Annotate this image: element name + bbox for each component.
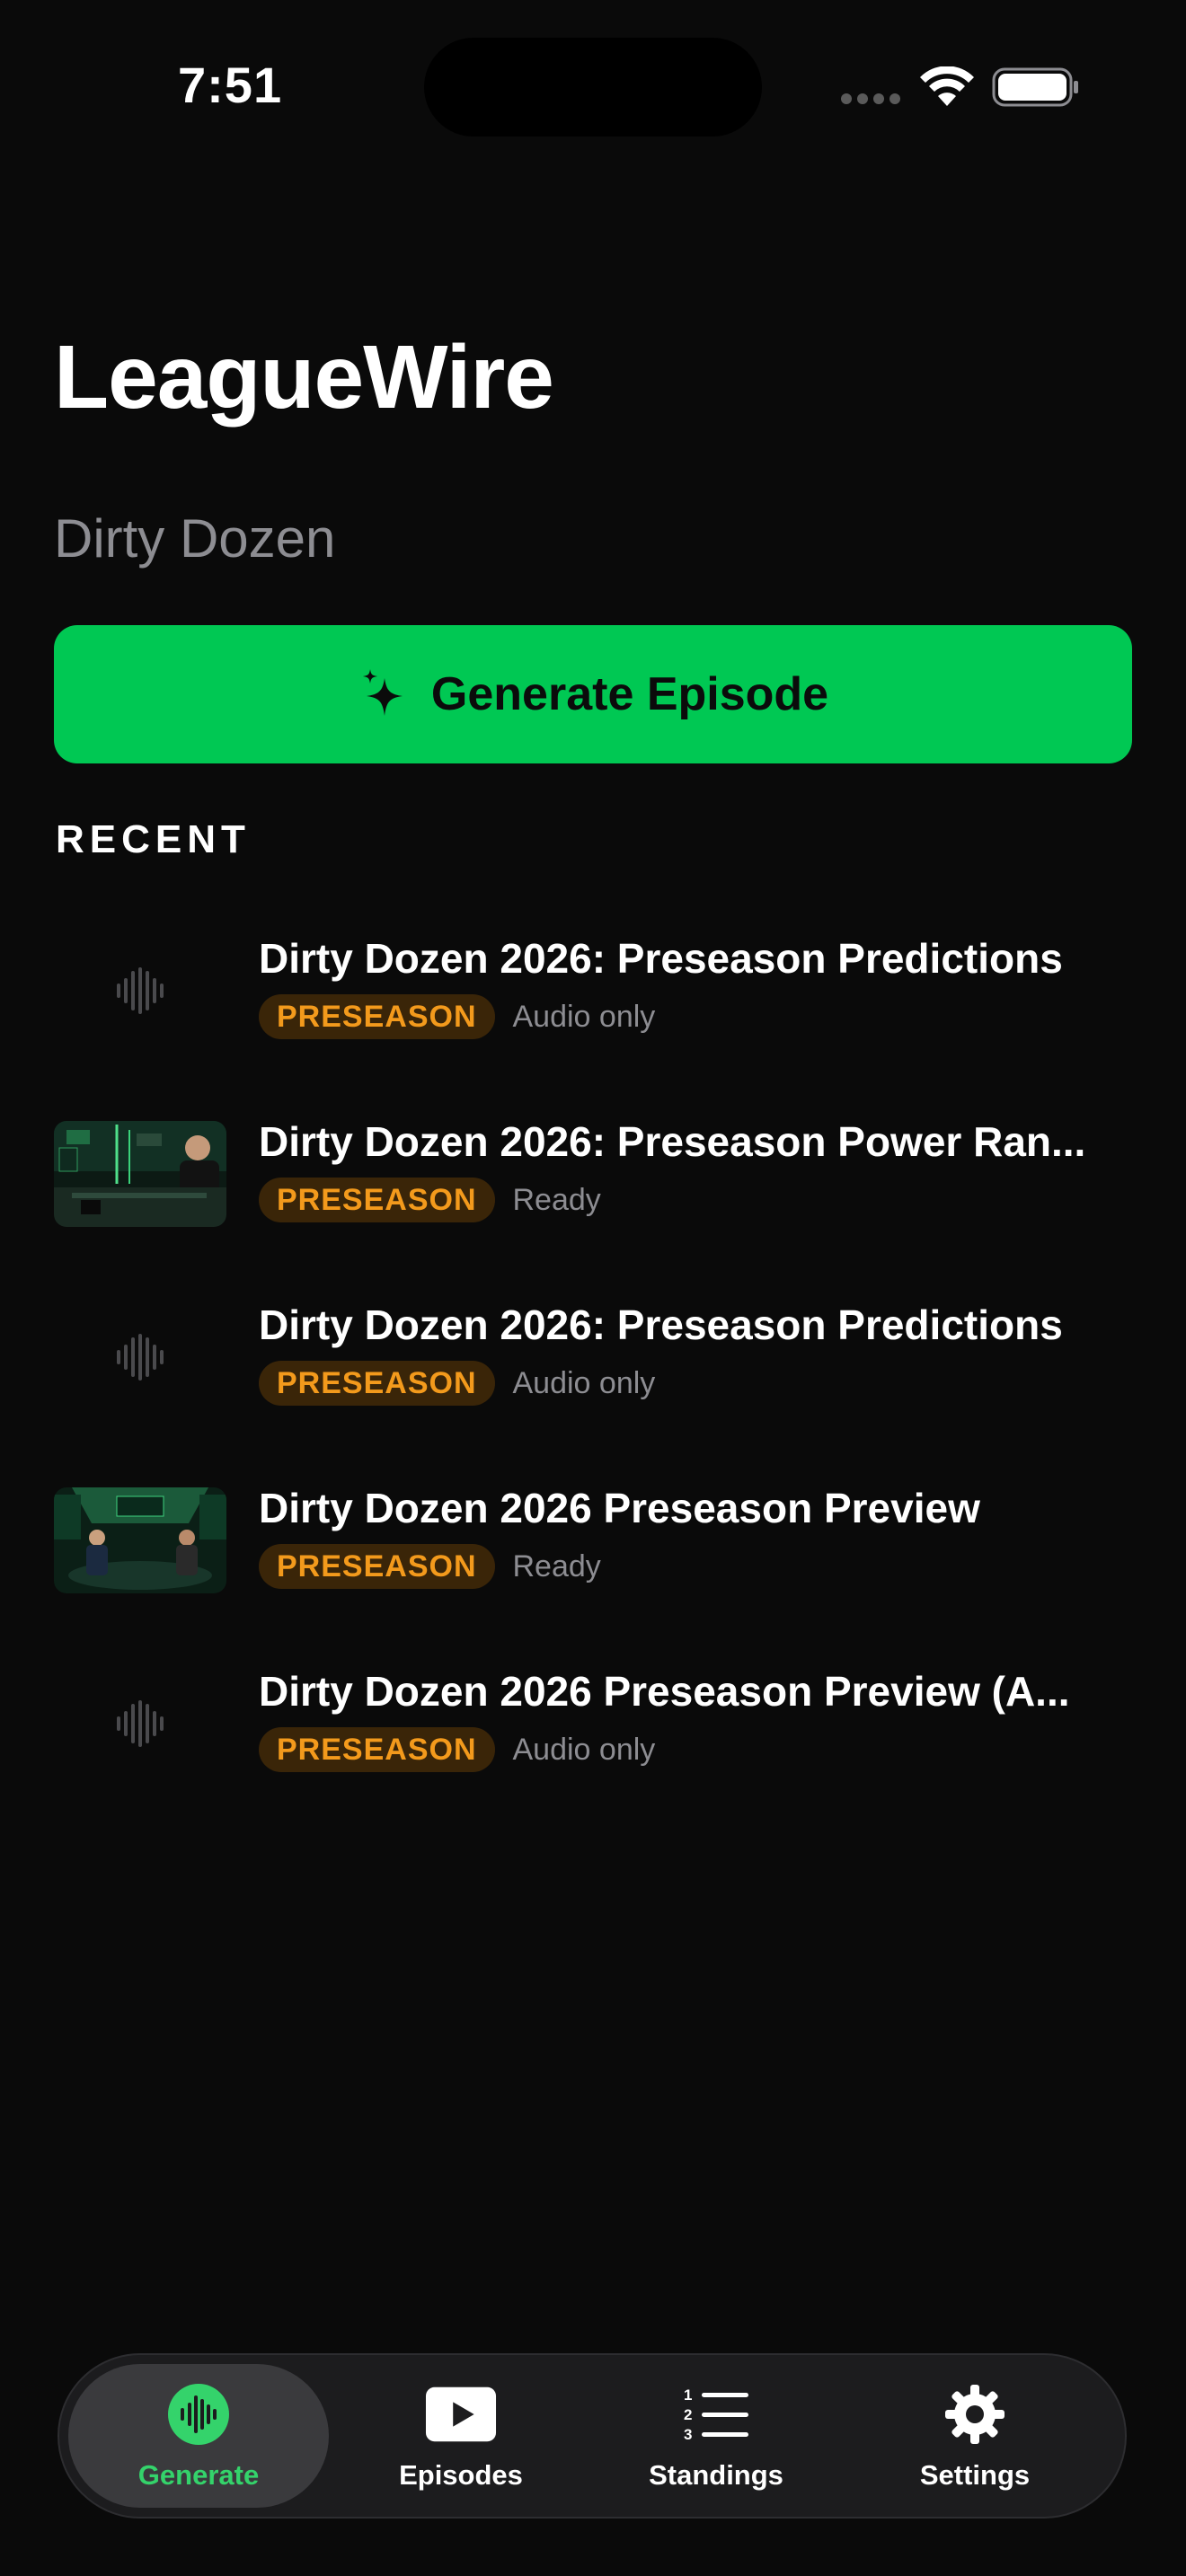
tab-label: Settings: [919, 2459, 1031, 2491]
numbered-list-icon: 1 2 3: [680, 2382, 752, 2447]
tab-standings[interactable]: 1 2 3 Standings: [586, 2364, 846, 2508]
tab-generate[interactable]: Generate: [68, 2364, 329, 2508]
episode-title: Dirty Dozen 2026: Preseason Predictions: [259, 935, 1063, 982]
generate-episode-label: Generate Episode: [430, 668, 829, 720]
season-phase-badge: PRESEASON: [259, 1178, 495, 1222]
svg-text:1: 1: [684, 2386, 692, 2404]
season-phase-badge: PRESEASON: [259, 994, 495, 1039]
episode-title: Dirty Dozen 2026 Preseason Preview: [259, 1485, 980, 1531]
svg-text:3: 3: [684, 2426, 692, 2443]
episode-status: Ready: [512, 1548, 601, 1584]
waveform-icon: [54, 938, 226, 1044]
episode-meta: PRESEASON Audio only: [259, 1360, 655, 1407]
episode-row[interactable]: Dirty Dozen 2026: Preseason Predictions …: [0, 900, 1186, 1083]
cellular-signal-icon: [841, 93, 902, 106]
recent-episode-list: Dirty Dozen 2026: Preseason Predictions …: [0, 900, 1186, 1816]
dynamic-island: [424, 38, 762, 137]
league-name: Dirty Dozen: [54, 508, 336, 569]
status-bar: 7:51: [0, 0, 1186, 180]
status-time: 7:51: [178, 57, 283, 113]
episode-title: Dirty Dozen 2026 Preseason Preview (A...: [259, 1668, 1070, 1715]
svg-text:2: 2: [684, 2406, 692, 2423]
tab-label: Episodes: [399, 2459, 523, 2491]
wifi-icon: [920, 66, 974, 106]
play-icon: [425, 2382, 497, 2447]
video-thumbnail: [54, 1121, 226, 1227]
sparkle-icon: [362, 669, 403, 716]
episode-row[interactable]: Dirty Dozen 2026 Preseason Preview (A...…: [0, 1633, 1186, 1816]
tab-bar: Generate Episodes 1 2 3 Standings Settin…: [58, 2353, 1127, 2519]
episode-meta: PRESEASON Ready: [259, 1177, 601, 1223]
tab-label: Generate: [137, 2459, 260, 2491]
episode-meta: PRESEASON Ready: [259, 1543, 601, 1590]
episode-row[interactable]: Dirty Dozen 2026 Preseason Preview PRESE…: [0, 1450, 1186, 1633]
generate-episode-button[interactable]: Generate Episode: [54, 625, 1132, 763]
episode-status: Audio only: [512, 1732, 656, 1767]
episode-meta: PRESEASON Audio only: [259, 1726, 655, 1773]
season-phase-badge: PRESEASON: [259, 1361, 495, 1406]
tab-settings[interactable]: Settings: [845, 2364, 1105, 2508]
episode-meta: PRESEASON Audio only: [259, 993, 655, 1040]
battery-icon: [992, 67, 1078, 107]
waveform-icon: [54, 1671, 226, 1777]
episode-row[interactable]: Dirty Dozen 2026: Preseason Predictions …: [0, 1266, 1186, 1450]
waveform-icon: [54, 1304, 226, 1410]
episode-status: Audio only: [512, 1365, 656, 1400]
gear-icon: [939, 2382, 1011, 2447]
waveform-icon: [163, 2382, 235, 2447]
season-phase-badge: PRESEASON: [259, 1544, 495, 1589]
episode-title: Dirty Dozen 2026: Preseason Predictions: [259, 1301, 1063, 1348]
episode-title: Dirty Dozen 2026: Preseason Power Ran...: [259, 1118, 1086, 1165]
episode-status: Audio only: [512, 999, 656, 1034]
episode-status: Ready: [512, 1182, 601, 1217]
tab-episodes[interactable]: Episodes: [331, 2364, 591, 2508]
video-thumbnail: [54, 1487, 226, 1593]
season-phase-badge: PRESEASON: [259, 1727, 495, 1772]
app-title: LeagueWire: [54, 327, 554, 428]
episode-row[interactable]: Dirty Dozen 2026: Preseason Power Ran...…: [0, 1083, 1186, 1266]
tab-label: Standings: [649, 2459, 783, 2491]
recent-section-title: RECENT: [56, 817, 251, 861]
